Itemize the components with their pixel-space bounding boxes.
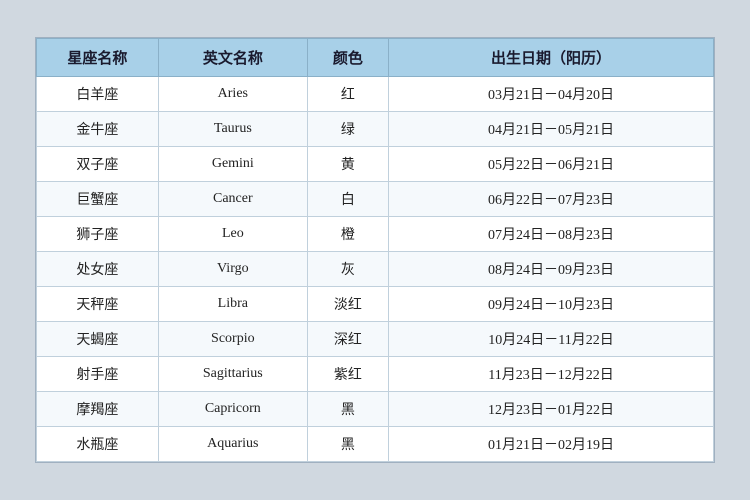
cell-date: 12月23日－01月22日: [389, 392, 714, 427]
header-english: 英文名称: [158, 39, 307, 77]
cell-chinese: 处女座: [37, 252, 159, 287]
cell-date: 10月24日－11月22日: [389, 322, 714, 357]
cell-chinese: 天秤座: [37, 287, 159, 322]
table-row: 处女座Virgo灰08月24日－09月23日: [37, 252, 714, 287]
cell-date: 09月24日－10月23日: [389, 287, 714, 322]
header-chinese: 星座名称: [37, 39, 159, 77]
cell-chinese: 水瓶座: [37, 427, 159, 462]
cell-color: 紫红: [307, 357, 388, 392]
cell-english: Scorpio: [158, 322, 307, 357]
cell-chinese: 射手座: [37, 357, 159, 392]
table-row: 白羊座Aries红03月21日－04月20日: [37, 77, 714, 112]
cell-chinese: 白羊座: [37, 77, 159, 112]
cell-color: 红: [307, 77, 388, 112]
cell-english: Libra: [158, 287, 307, 322]
table-row: 天秤座Libra淡红09月24日－10月23日: [37, 287, 714, 322]
cell-english: Sagittarius: [158, 357, 307, 392]
cell-date: 08月24日－09月23日: [389, 252, 714, 287]
cell-color: 黄: [307, 147, 388, 182]
cell-english: Leo: [158, 217, 307, 252]
cell-date: 01月21日－02月19日: [389, 427, 714, 462]
table-header-row: 星座名称 英文名称 颜色 出生日期（阳历）: [37, 39, 714, 77]
cell-english: Cancer: [158, 182, 307, 217]
cell-chinese: 双子座: [37, 147, 159, 182]
header-date: 出生日期（阳历）: [389, 39, 714, 77]
zodiac-table-container: 星座名称 英文名称 颜色 出生日期（阳历） 白羊座Aries红03月21日－04…: [35, 37, 715, 463]
table-row: 水瓶座Aquarius黑01月21日－02月19日: [37, 427, 714, 462]
table-body: 白羊座Aries红03月21日－04月20日金牛座Taurus绿04月21日－0…: [37, 77, 714, 462]
header-color: 颜色: [307, 39, 388, 77]
cell-color: 白: [307, 182, 388, 217]
cell-chinese: 狮子座: [37, 217, 159, 252]
cell-color: 灰: [307, 252, 388, 287]
cell-color: 黑: [307, 427, 388, 462]
cell-english: Virgo: [158, 252, 307, 287]
table-row: 巨蟹座Cancer白06月22日－07月23日: [37, 182, 714, 217]
cell-color: 淡红: [307, 287, 388, 322]
cell-date: 04月21日－05月21日: [389, 112, 714, 147]
cell-english: Aries: [158, 77, 307, 112]
cell-english: Aquarius: [158, 427, 307, 462]
cell-date: 06月22日－07月23日: [389, 182, 714, 217]
cell-color: 橙: [307, 217, 388, 252]
cell-date: 07月24日－08月23日: [389, 217, 714, 252]
cell-english: Taurus: [158, 112, 307, 147]
cell-date: 05月22日－06月21日: [389, 147, 714, 182]
table-row: 射手座Sagittarius紫红11月23日－12月22日: [37, 357, 714, 392]
table-row: 金牛座Taurus绿04月21日－05月21日: [37, 112, 714, 147]
cell-date: 03月21日－04月20日: [389, 77, 714, 112]
cell-chinese: 天蝎座: [37, 322, 159, 357]
cell-color: 绿: [307, 112, 388, 147]
cell-date: 11月23日－12月22日: [389, 357, 714, 392]
cell-chinese: 摩羯座: [37, 392, 159, 427]
cell-color: 黑: [307, 392, 388, 427]
cell-english: Gemini: [158, 147, 307, 182]
cell-color: 深红: [307, 322, 388, 357]
cell-english: Capricorn: [158, 392, 307, 427]
table-row: 双子座Gemini黄05月22日－06月21日: [37, 147, 714, 182]
table-row: 摩羯座Capricorn黑12月23日－01月22日: [37, 392, 714, 427]
zodiac-table: 星座名称 英文名称 颜色 出生日期（阳历） 白羊座Aries红03月21日－04…: [36, 38, 714, 462]
cell-chinese: 巨蟹座: [37, 182, 159, 217]
table-row: 天蝎座Scorpio深红10月24日－11月22日: [37, 322, 714, 357]
cell-chinese: 金牛座: [37, 112, 159, 147]
table-row: 狮子座Leo橙07月24日－08月23日: [37, 217, 714, 252]
